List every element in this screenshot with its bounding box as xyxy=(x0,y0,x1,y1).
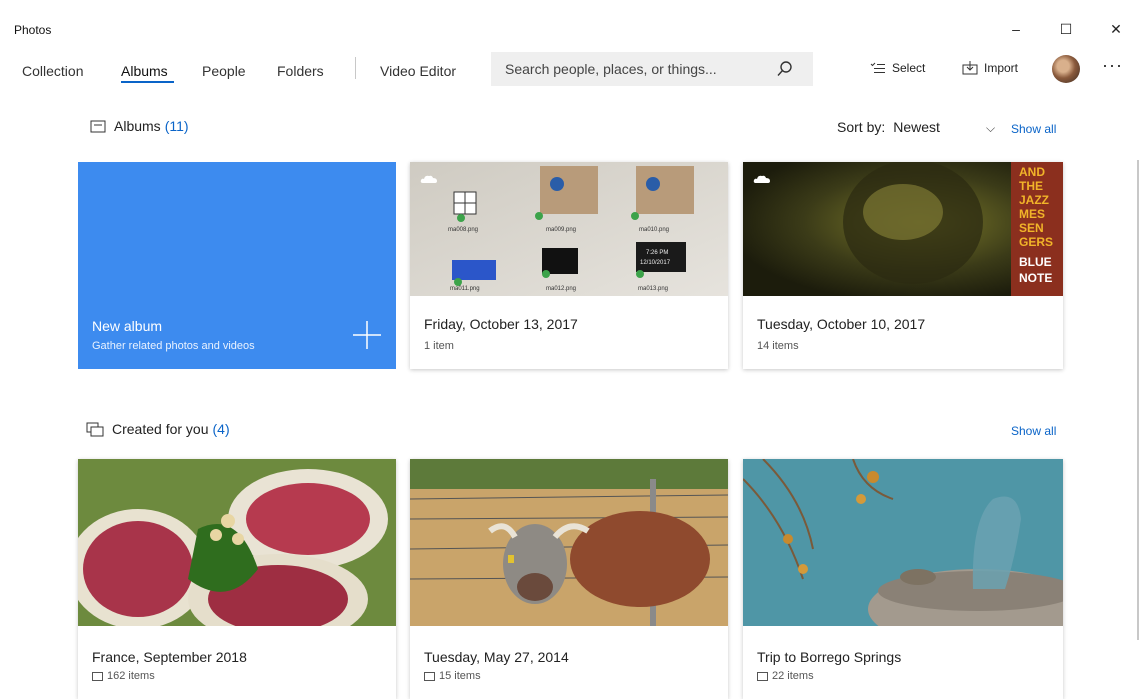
sort-value[interactable]: Newest xyxy=(893,119,940,135)
import-icon xyxy=(962,61,978,75)
search-input[interactable] xyxy=(505,60,765,78)
cloud-icon xyxy=(753,175,770,183)
album-icon xyxy=(757,671,768,681)
album-card[interactable]: AND THE JAZZ MES SEN GERS BLUE NOTE Tues… xyxy=(743,162,1063,369)
close-button[interactable]: ✕ xyxy=(1101,18,1131,40)
album-thumbnail xyxy=(743,459,1063,626)
albums-heading: Albums (11) xyxy=(90,118,189,134)
poster-text: BLUE xyxy=(1019,255,1052,269)
search-box[interactable] xyxy=(491,52,813,86)
import-button[interactable]: Import xyxy=(962,61,1018,75)
maximize-button[interactable]: ☐ xyxy=(1051,18,1081,40)
poster-text: NOTE xyxy=(1019,271,1052,285)
new-album-title: New album xyxy=(92,318,163,334)
plus-icon xyxy=(353,321,381,349)
title-bar: Photos – ☐ ✕ xyxy=(0,0,1141,37)
created-for-you-heading: Created for you (4) xyxy=(86,421,230,437)
created-album-count: 15 items xyxy=(424,670,481,682)
created-for-you-icon xyxy=(86,422,104,436)
thumbnail-file-label: ma010.png xyxy=(639,227,669,233)
select-list-icon xyxy=(870,62,885,73)
tab-active-indicator xyxy=(121,81,174,83)
item-count-text: 22 items xyxy=(772,670,814,682)
sort-label: Sort by: xyxy=(837,119,886,135)
thumbnail-file-label: ma009.png xyxy=(546,227,576,233)
created-count: (4) xyxy=(212,421,230,437)
album-card[interactable]: ma008.png ma009.png ma010.png ma011.png … xyxy=(410,162,728,369)
album-thumbnail xyxy=(410,459,728,626)
created-album-title: Tuesday, May 27, 2014 xyxy=(424,649,569,665)
thumbnail-date: 12/10/2017 xyxy=(640,260,671,266)
cloud-icon xyxy=(420,175,437,183)
created-album-card[interactable]: Trip to Borrego Springs 22 items xyxy=(743,459,1063,699)
album-icon xyxy=(424,671,435,681)
thumbnail-file-label: ma013.png xyxy=(638,286,668,292)
import-label: Import xyxy=(984,61,1019,75)
created-album-card[interactable]: France, September 2018 162 items xyxy=(78,459,396,699)
new-album-subtitle: Gather related photos and videos xyxy=(92,340,255,352)
select-button[interactable]: Select xyxy=(870,61,925,75)
album-title: Friday, October 13, 2017 xyxy=(424,316,578,332)
album-thumbnail: AND THE JAZZ MES SEN GERS BLUE NOTE xyxy=(743,162,1063,296)
poster-text: THE xyxy=(1019,179,1043,193)
tab-collection[interactable]: Collection xyxy=(22,63,83,79)
chevron-down-icon[interactable]: ⌵ xyxy=(986,121,995,136)
poster-text: MES xyxy=(1019,207,1045,221)
thumbnail-file-label: ma012.png xyxy=(546,286,576,292)
album-thumbnail: ma008.png ma009.png ma010.png ma011.png … xyxy=(410,162,728,296)
app-title: Photos xyxy=(14,23,52,37)
scrollbar[interactable] xyxy=(1137,160,1139,640)
thumbnail-file-label: ma008.png xyxy=(448,227,478,233)
tab-people[interactable]: People xyxy=(202,63,246,79)
created-album-title: Trip to Borrego Springs xyxy=(757,649,902,665)
albums-count: (11) xyxy=(164,118,189,134)
album-item-count: 1 item xyxy=(424,340,454,352)
nav-divider xyxy=(355,57,356,79)
minimize-button[interactable]: – xyxy=(1001,18,1031,40)
poster-text: GERS xyxy=(1019,235,1053,249)
tab-albums[interactable]: Albums xyxy=(121,63,168,79)
created-album-card[interactable]: Tuesday, May 27, 2014 15 items xyxy=(410,459,728,699)
video-editor-link[interactable]: Video Editor xyxy=(380,63,456,79)
poster-text: SEN xyxy=(1019,221,1044,235)
created-title: Created for you xyxy=(112,421,209,437)
created-show-all-link[interactable]: Show all xyxy=(1011,424,1056,438)
poster-text: AND xyxy=(1019,165,1045,179)
albums-title: Albums xyxy=(114,118,161,134)
tab-folders[interactable]: Folders xyxy=(277,63,324,79)
more-options-button[interactable]: ··· xyxy=(1102,55,1123,76)
albums-show-all-link[interactable]: Show all xyxy=(1011,122,1056,136)
created-album-title: France, September 2018 xyxy=(92,649,247,665)
sort-control[interactable]: Sort by: Newest xyxy=(837,119,940,135)
search-icon[interactable] xyxy=(776,60,794,78)
thumbnail-file-label: ma011.png xyxy=(450,286,480,292)
album-title: Tuesday, October 10, 2017 xyxy=(757,316,926,332)
created-album-count: 162 items xyxy=(92,670,155,682)
avatar[interactable] xyxy=(1052,55,1080,83)
created-album-count: 22 items xyxy=(757,670,814,682)
item-count-text: 162 items xyxy=(107,670,155,682)
select-label: Select xyxy=(892,61,926,75)
album-item-count: 14 items xyxy=(757,340,799,352)
new-album-tile[interactable]: New album Gather related photos and vide… xyxy=(78,162,396,369)
item-count-text: 15 items xyxy=(439,670,481,682)
album-icon xyxy=(92,671,103,681)
album-thumbnail xyxy=(78,459,396,626)
album-icon xyxy=(90,120,106,132)
thumbnail-time: 7:26 PM xyxy=(646,250,668,256)
poster-text: JAZZ xyxy=(1019,193,1049,207)
